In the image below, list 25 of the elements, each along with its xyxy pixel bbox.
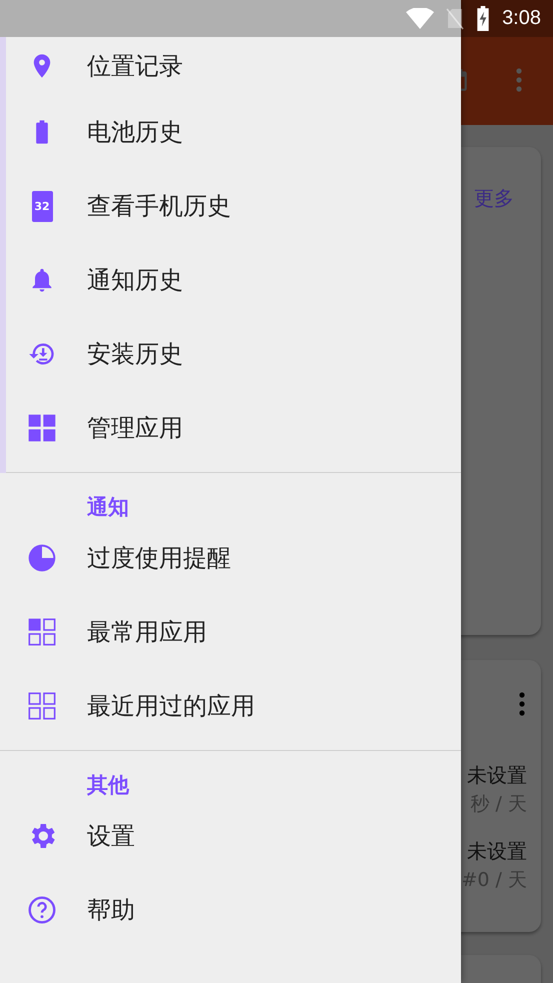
drawer-item[interactable]: 电池历史 bbox=[6, 95, 461, 169]
section-header: 其他 bbox=[86, 772, 130, 799]
clock: 3:08 bbox=[502, 7, 541, 30]
calendar-icon: 32 bbox=[32, 190, 52, 222]
drawer-item[interactable]: 帮助 bbox=[0, 873, 461, 947]
setting-value: 未设置 bbox=[467, 762, 527, 789]
drawer-item[interactable]: 最近用过的应用 bbox=[0, 669, 461, 743]
help-icon bbox=[26, 894, 58, 926]
section-header: 通知 bbox=[86, 494, 130, 521]
grid-icon bbox=[26, 690, 58, 722]
setting-value: 未设置 bbox=[467, 838, 527, 865]
drawer-item[interactable]: 32 查看手机历史 bbox=[6, 169, 461, 243]
drawer-item[interactable]: 最常用应用 bbox=[0, 595, 461, 669]
drawer-item[interactable]: 位置记录 bbox=[6, 37, 461, 95]
drawer-item[interactable]: 通知历史 bbox=[6, 243, 461, 317]
grid-icon bbox=[26, 412, 58, 444]
drawer-item[interactable]: 管理应用 bbox=[6, 391, 461, 465]
drawer-item[interactable]: 过度使用提醒 bbox=[0, 521, 461, 595]
drawer-item[interactable]: 设置 bbox=[0, 799, 461, 873]
more-icon[interactable] bbox=[519, 692, 525, 716]
wifi-icon bbox=[406, 8, 434, 29]
drawer-item[interactable]: 安装历史 bbox=[6, 317, 461, 391]
grid-icon bbox=[26, 616, 58, 648]
no-sim-icon bbox=[446, 8, 464, 30]
pie-chart-icon bbox=[26, 542, 58, 574]
